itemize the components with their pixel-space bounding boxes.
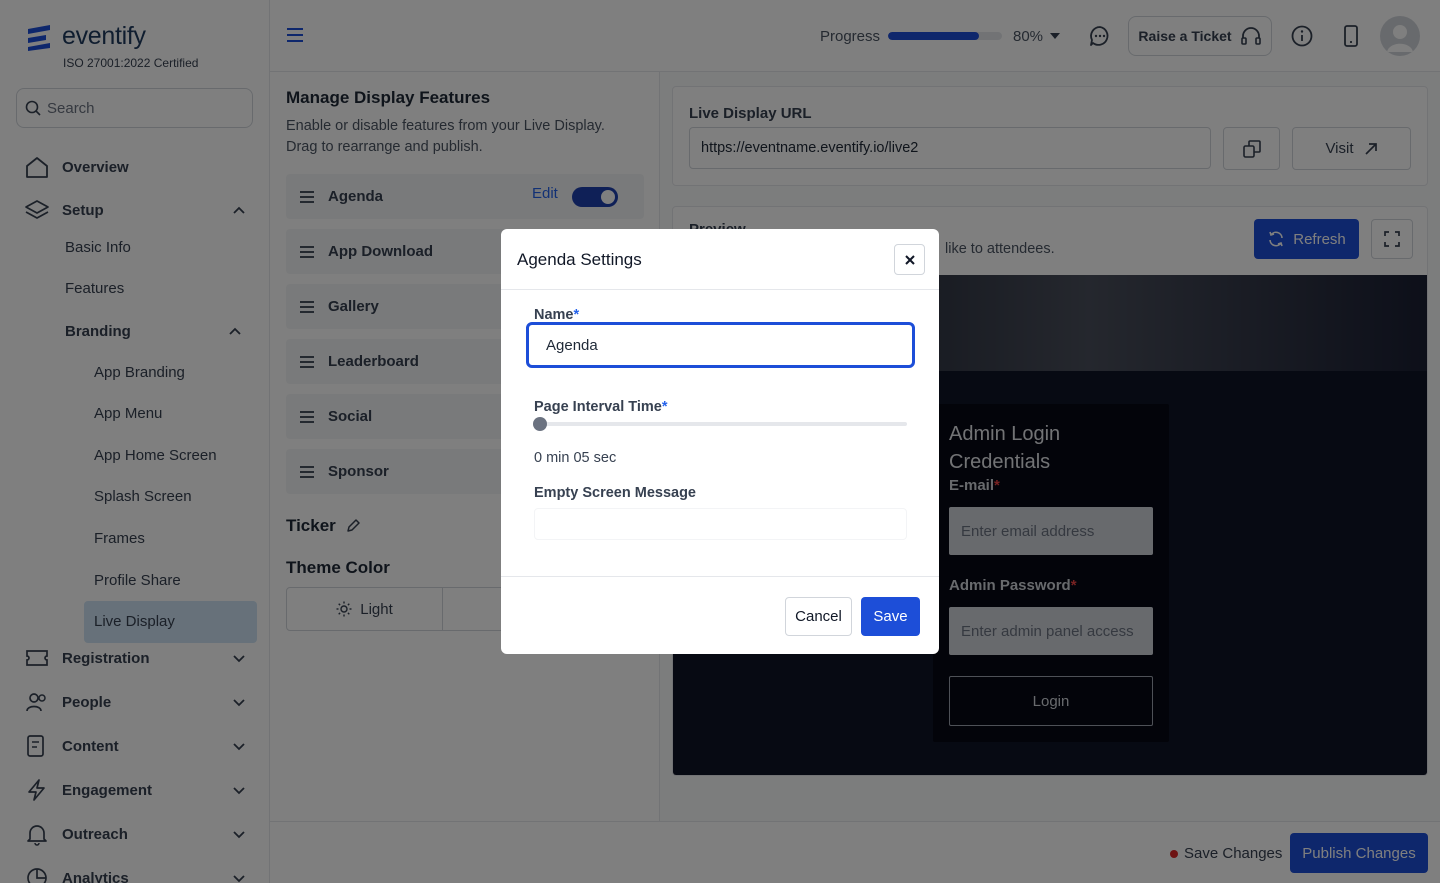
modal-title: Agenda Settings [517,250,642,269]
interval-slider-track[interactable] [534,422,907,426]
empty-message-label: Empty Screen Message [534,485,696,501]
save-button[interactable]: Save [861,597,920,636]
required-marker: * [661,399,668,415]
close-modal-button[interactable] [894,244,925,275]
agenda-settings-modal: Agenda Settings Name* Page Interval Time… [501,229,939,654]
interval-label: Page Interval Time* [534,399,668,415]
name-label: Name* [534,307,579,323]
modal-header: Agenda Settings [501,229,939,290]
interval-label-text: Page Interval Time [534,399,662,415]
empty-message-input[interactable] [534,508,907,540]
name-label-text: Name [534,307,574,323]
interval-slider-handle[interactable] [533,417,547,431]
agenda-name-input[interactable] [526,322,915,368]
modal-footer: Cancel Save [501,576,939,654]
close-icon [904,254,915,265]
required-marker: * [573,307,580,323]
cancel-button[interactable]: Cancel [785,597,852,636]
interval-value: 0 min 05 sec [534,450,617,466]
